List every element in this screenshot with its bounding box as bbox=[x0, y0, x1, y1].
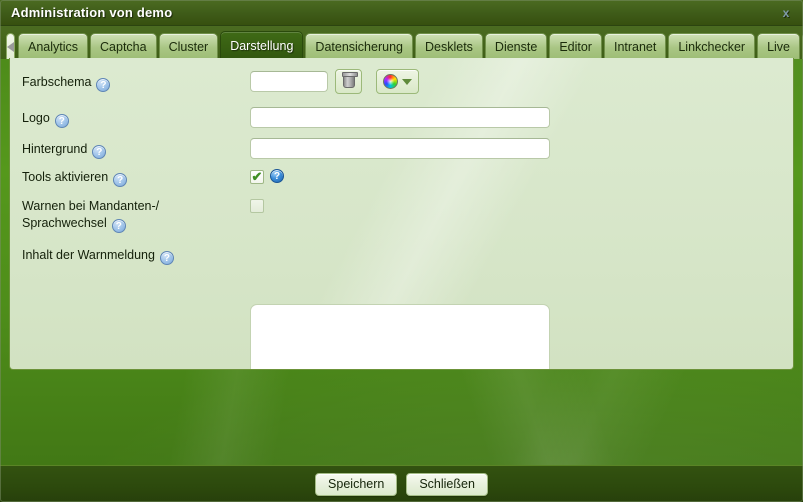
tab-darstellung[interactable]: Darstellung bbox=[220, 31, 304, 59]
field-row-farbschema: Farbschema? bbox=[22, 74, 111, 92]
warnen-wechsel-checkbox[interactable] bbox=[250, 199, 264, 213]
trash-icon bbox=[341, 72, 358, 88]
check-icon: ✔ bbox=[251, 169, 263, 184]
help-icon-warnmeldung[interactable]: ? bbox=[159, 251, 174, 265]
window-title: Administration von demo bbox=[11, 5, 173, 20]
dialog-footer: Speichern Schließen bbox=[0, 465, 803, 502]
farbschema-clear-button[interactable] bbox=[335, 69, 362, 94]
tab-dienste[interactable]: Dienste bbox=[484, 33, 548, 59]
field-row-tools-aktivieren: Tools aktivieren? bbox=[22, 169, 128, 187]
label-warnmeldung: Inhalt der Warnmeldung? bbox=[22, 247, 174, 265]
label-tools-aktivieren: Tools aktivieren? bbox=[22, 169, 128, 187]
triangle-left-icon bbox=[7, 41, 14, 52]
help-icon-tools-aktivieren[interactable]: ? bbox=[113, 173, 128, 187]
tab-analytics[interactable]: Analytics bbox=[18, 33, 89, 59]
farbschema-color-picker-button[interactable] bbox=[376, 69, 419, 94]
tab-strip: Analytics Captcha Cluster Darstellung Da… bbox=[0, 26, 803, 59]
help-icon-hintergrund[interactable]: ? bbox=[92, 145, 107, 159]
hintergrund-input[interactable] bbox=[250, 138, 550, 159]
tab-cluster[interactable]: Cluster bbox=[158, 33, 219, 59]
color-wheel-icon bbox=[383, 74, 398, 89]
tab-live[interactable]: Live bbox=[757, 33, 800, 59]
tab-linkchecker[interactable]: Linkchecker bbox=[668, 33, 756, 59]
field-row-logo: Logo? bbox=[22, 110, 69, 128]
tools-aktivieren-checkbox[interactable]: ✔ bbox=[250, 170, 264, 184]
tab-desklets[interactable]: Desklets bbox=[414, 33, 483, 59]
label-farbschema: Farbschema? bbox=[22, 74, 111, 92]
admin-window: Administration von demo x Analytics Capt… bbox=[0, 0, 803, 502]
field-row-hintergrund: Hintergrund? bbox=[22, 141, 107, 159]
save-button[interactable]: Speichern bbox=[315, 472, 398, 496]
help-icon-tools-aktivieren-secondary[interactable]: ? bbox=[270, 169, 284, 183]
tab-scroll-left-button[interactable] bbox=[6, 33, 15, 59]
warnmeldung-textarea[interactable] bbox=[250, 304, 550, 369]
tab-captcha[interactable]: Captcha bbox=[90, 33, 157, 59]
tab-intranet[interactable]: Intranet bbox=[603, 33, 667, 59]
label-hintergrund: Hintergrund? bbox=[22, 141, 107, 159]
tab-datensicherung[interactable]: Datensicherung bbox=[305, 33, 413, 59]
caret-down-icon bbox=[402, 78, 412, 85]
logo-input[interactable] bbox=[250, 107, 550, 128]
field-row-warnmeldung: Inhalt der Warnmeldung? bbox=[22, 247, 174, 265]
window-titlebar: Administration von demo x bbox=[0, 0, 803, 26]
close-button[interactable]: Schließen bbox=[406, 472, 488, 496]
help-icon-warnen-wechsel[interactable]: ? bbox=[111, 219, 126, 233]
help-icon-logo[interactable]: ? bbox=[54, 114, 69, 128]
field-row-warnen-wechsel: Warnen bei Mandanten-/ Sprachwechsel? bbox=[22, 198, 222, 233]
help-icon-farbschema[interactable]: ? bbox=[96, 78, 111, 92]
settings-panel: Farbschema? Logo? Hintergrund? Tools akt… bbox=[9, 58, 794, 370]
close-icon[interactable]: x bbox=[777, 4, 795, 22]
label-logo: Logo? bbox=[22, 110, 69, 128]
label-warnen-wechsel: Warnen bei Mandanten-/ Sprachwechsel? bbox=[22, 199, 160, 233]
tab-editor[interactable]: Editor bbox=[549, 33, 602, 59]
farbschema-input[interactable] bbox=[250, 71, 328, 92]
